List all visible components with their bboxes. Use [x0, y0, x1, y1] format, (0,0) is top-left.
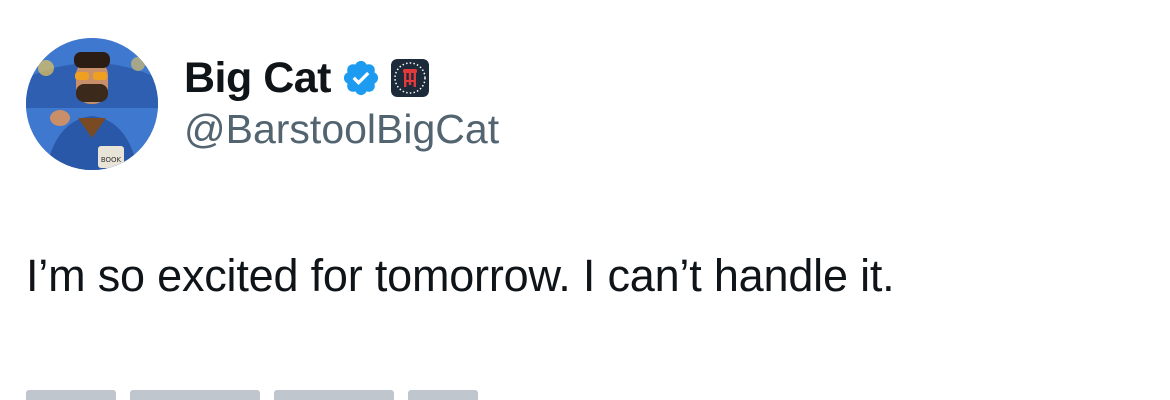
avatar-image: BOOK [26, 38, 158, 170]
tweet-text: I’m so excited for tomorrow. I can’t han… [26, 250, 895, 301]
name-row: Big Cat [184, 50, 429, 106]
verified-badge-icon [341, 58, 381, 98]
tweet-timestamp-cropped [26, 390, 586, 400]
avatar[interactable]: BOOK [26, 38, 158, 170]
barstool-stool-icon[interactable] [391, 59, 429, 97]
user-handle[interactable]: @BarstoolBigCat [184, 106, 499, 153]
avatar-caption: BOOK [101, 156, 122, 164]
tweet-card: BOOK Big Cat @BarstoolBigCat I’m so exci… [0, 0, 1170, 400]
display-name[interactable]: Big Cat [184, 54, 332, 103]
